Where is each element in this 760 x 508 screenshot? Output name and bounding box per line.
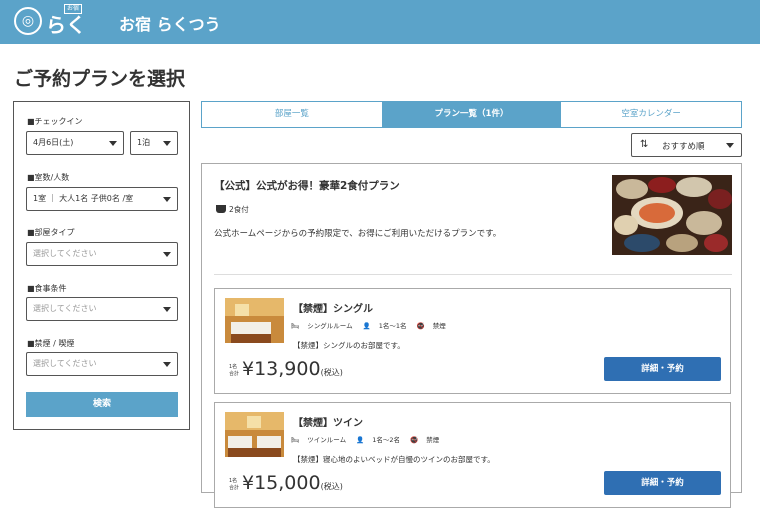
meal-text: 2食付 — [229, 205, 249, 214]
chevron-down-icon — [163, 252, 171, 257]
smoking-text: 禁煙 — [426, 436, 440, 444]
plan-food-image[interactable] — [612, 175, 732, 255]
price-unit-per: 1名 — [229, 364, 238, 370]
book-button[interactable]: 詳細・予約 — [604, 471, 721, 495]
meal-icon — [216, 205, 226, 213]
checkin-label: ■チェックイン — [27, 117, 83, 126]
chevron-down-icon — [163, 307, 171, 312]
chevron-down-icon — [163, 197, 171, 202]
header-bar: ◎ らくつう お宿 お宿 らくつう — [0, 0, 760, 66]
smoking-text: 禁煙 — [432, 322, 446, 330]
plan-description: 公式ホームページからの予約限定で、お得にご利用いただけるプランです。 — [214, 229, 502, 239]
room-image[interactable] — [225, 298, 284, 343]
room-type-placeholder: 選択してください — [33, 249, 97, 258]
meal-info: 2食付 — [216, 204, 249, 215]
view-tabs: 部屋一覧 プラン一覧（1件） 空室カレンダー — [201, 101, 742, 128]
capacity-text: 1名～2名 — [372, 436, 401, 444]
room-card: 【禁煙】ツイン 🛏 ツインルーム 👤 1名～2名 🚭 禁煙 【禁煙】寝心地のよいベッド… — [214, 402, 731, 508]
person-icon: 👤 — [362, 322, 371, 330]
book-button[interactable]: 詳細・予約 — [604, 357, 721, 381]
room-card: 【禁煙】シングル 🛏 シングルルーム 👤 1名～1名 🚭 禁煙 【禁煙】シングルのお部… — [214, 288, 731, 394]
plan-title[interactable]: 【公式】公式がお得！豪華2食付プラン — [214, 178, 400, 193]
plan-card: 【公式】公式がお得！豪華2食付プラン 2食付 公式ホームページからの予約限定で、… — [201, 163, 742, 508]
tab-plan-list[interactable]: プラン一覧（1件） — [381, 102, 562, 127]
checkin-date-value: 4月6日(土) — [33, 138, 74, 147]
search-sidebar: ■チェックイン 4月6日(土) 1泊 ■室数/人数 1室 ｜ 大人1名 子供0名… — [13, 101, 190, 430]
price-unit: 1名 合計 — [229, 478, 239, 492]
room-type-select[interactable]: 選択してください — [26, 242, 178, 266]
meal-select[interactable]: 選択してください — [26, 297, 178, 321]
room-name: 【禁煙】シングル — [293, 304, 373, 315]
meal-label: ■食事条件 — [27, 284, 67, 293]
site-logo[interactable]: ◎ らくつう お宿 — [14, 4, 104, 66]
room-features: 🛏 シングルルーム 👤 1名～1名 🚭 禁煙 — [291, 320, 454, 330]
search-button[interactable]: 検索 — [26, 392, 178, 417]
person-icon: 👤 — [356, 436, 365, 444]
rooms-guests-value: 1室 ｜ 大人1名 子供0名 /室 — [33, 194, 134, 203]
price-value: ¥15,000 — [242, 472, 321, 494]
rooms-guests-select[interactable]: 1室 ｜ 大人1名 子供0名 /室 — [26, 187, 178, 211]
chevron-down-icon — [109, 141, 117, 146]
sort-label: おすすめ順 — [662, 142, 705, 152]
capacity-text: 1名～1名 — [378, 322, 407, 330]
room-type-text: ツインルーム — [307, 436, 347, 444]
room-note: 【禁煙】寝心地のよいベッドが自慢のツインのお部屋です。 — [293, 455, 495, 464]
room-price: ¥15,000(税込) — [242, 472, 343, 494]
no-smoking-icon: 🚭 — [410, 436, 419, 444]
price-value: ¥13,900 — [242, 358, 321, 380]
divider — [214, 274, 732, 275]
room-type-label: ■部屋タイプ — [27, 228, 75, 237]
room-image[interactable] — [225, 412, 284, 457]
smoking-select[interactable]: 選択してください — [26, 352, 178, 376]
nights-value: 1泊 — [137, 138, 151, 147]
smoking-placeholder: 選択してください — [33, 359, 97, 368]
site-name: お宿 らくつう — [119, 15, 221, 34]
page-title: ご予約プランを選択 — [14, 68, 186, 90]
room-name: 【禁煙】ツイン — [293, 418, 363, 429]
bed-icon: 🛏 — [291, 436, 300, 444]
sort-icon: ⇅ — [640, 139, 649, 150]
logo-mark-icon: ◎ — [14, 7, 42, 35]
chevron-down-icon — [163, 141, 171, 146]
logo-tag: お宿 — [64, 4, 83, 14]
tab-room-list[interactable]: 部屋一覧 — [202, 102, 382, 127]
price-unit-per: 1名 — [229, 478, 238, 484]
chevron-down-icon — [726, 143, 734, 148]
smoking-label: ■禁煙 / 喫煙 — [27, 339, 75, 348]
bed-icon: 🛏 — [291, 322, 300, 330]
checkin-date-select[interactable]: 4月6日(土) — [26, 131, 124, 155]
meal-placeholder: 選択してください — [33, 304, 97, 313]
no-smoking-icon: 🚭 — [416, 322, 425, 330]
nights-select[interactable]: 1泊 — [130, 131, 178, 155]
sort-select[interactable]: ⇅ おすすめ順 — [631, 133, 742, 157]
price-tax: (税込) — [320, 482, 343, 491]
room-price: ¥13,900(税込) — [242, 358, 343, 380]
room-note: 【禁煙】シングルのお部屋です。 — [293, 341, 405, 350]
rooms-label: ■室数/人数 — [27, 173, 70, 182]
logo-text: らくつう — [46, 13, 86, 66]
room-type-text: シングルルーム — [307, 322, 353, 330]
price-unit: 1名 合計 — [229, 364, 239, 378]
tab-vacancy-calendar[interactable]: 空室カレンダー — [561, 102, 741, 127]
price-tax: (税込) — [320, 368, 343, 377]
chevron-down-icon — [163, 362, 171, 367]
price-unit-total: 合計 — [229, 371, 240, 377]
room-features: 🛏 ツインルーム 👤 1名～2名 🚭 禁煙 — [291, 434, 447, 444]
